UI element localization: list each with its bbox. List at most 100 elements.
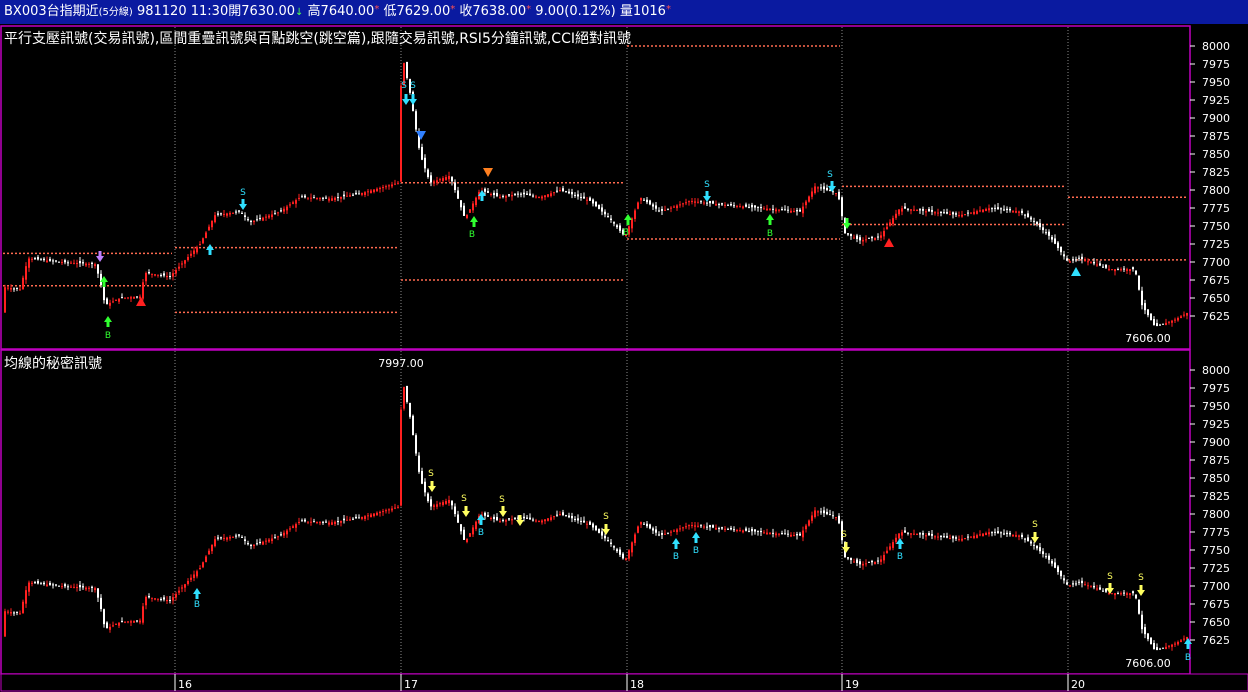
candle-body [238,534,240,536]
candle-body [565,191,567,193]
candle-body [1057,566,1059,572]
candle-body [892,542,894,548]
candle-body [919,533,921,535]
candle-body [106,622,108,629]
candle-body [784,533,786,535]
candle-body [940,212,942,214]
sell-arrow-icon [462,506,470,517]
candle-body [364,192,366,195]
candle-body [931,209,933,212]
candle-body [952,536,954,539]
low-label: 低 [383,4,397,19]
up-mark-icon: * [526,4,532,15]
candle-body [868,237,870,239]
candle-body [775,533,777,536]
candle-body [256,543,258,545]
candle-body [181,587,183,589]
candle-body [70,586,72,588]
signal-letter: S [1138,573,1144,583]
candle-body [1078,257,1080,259]
candle-body [118,622,120,626]
buy-arrow-icon [692,532,700,543]
candle-body [652,204,654,207]
high-value: 7640.00 [320,4,375,19]
candle-body [1171,320,1173,323]
candle-body [661,533,663,535]
candle-body [715,527,717,530]
candle-body [820,511,822,513]
candle-body [1000,532,1002,534]
candle-body [541,196,543,199]
candle-body [970,536,972,538]
candle-body [373,513,375,517]
candle-body [1177,641,1179,645]
candle-body [1174,319,1176,321]
y-tick-label: 7700 [1202,256,1230,269]
candle-body [754,529,756,532]
open-label: 開 [228,4,242,19]
candle-body [1021,210,1023,214]
candle-body [946,536,948,538]
candle-body [682,527,684,529]
triangle-up-icon [1071,267,1081,276]
candle-body [286,530,288,535]
candle-body [103,609,105,625]
candle-body [592,523,594,528]
candle-body [1183,638,1185,640]
candle-body [1183,314,1185,316]
sell-arrow-icon [409,94,417,105]
candle-body [328,198,330,201]
candle-body [733,529,735,531]
candle-body [907,532,909,534]
change-value: 9.00(0.12%) [535,4,616,19]
candle-body [289,528,291,530]
candle-body [1102,266,1104,268]
candle-body [802,530,804,538]
candle-body [712,201,714,204]
sell-arrow-icon [703,191,711,202]
candle-body [31,258,33,260]
candle-body [421,147,423,160]
candle-body [736,205,738,207]
candle-body [598,528,600,533]
candle-body [1171,644,1173,647]
candle-body [1027,537,1029,542]
candle-body [598,204,600,209]
candle-body [1030,541,1032,544]
candle-body [784,209,786,211]
candle-body [1117,593,1119,595]
candle-body [613,222,615,224]
candle-body [859,561,861,565]
candle-body [949,214,951,215]
candle-body [1081,580,1083,584]
candle-body [298,521,300,523]
candle-body [787,209,789,211]
candle-body [640,521,642,525]
candle-body [379,187,381,190]
candle-body [235,535,237,537]
price-chart[interactable]: 8000 7975 7950 7925 7900 7875 7850 7825 7800 7775… [0,24,1248,692]
candle-body [565,515,567,517]
volume-label: 量 [619,4,633,19]
candle-body [52,260,54,262]
candle-body [679,204,681,206]
candle-body [1138,599,1140,614]
buy-arrow-icon [766,214,774,225]
candle-body [1108,268,1110,270]
candle-body [436,504,438,507]
candle-body [520,193,522,195]
candle-body [325,197,327,199]
candle-body [19,613,21,615]
buy-arrow-icon [206,244,214,255]
candle-body [7,611,9,613]
candle-body [1174,643,1176,645]
candle-body [583,520,585,523]
candle-body [1042,227,1044,231]
candle-body [190,253,192,256]
candle-body [799,533,801,536]
candle-body [361,193,363,195]
candle-body [550,517,552,521]
candle-body [847,233,849,235]
candle-body [262,217,264,221]
candle-body [799,209,801,212]
